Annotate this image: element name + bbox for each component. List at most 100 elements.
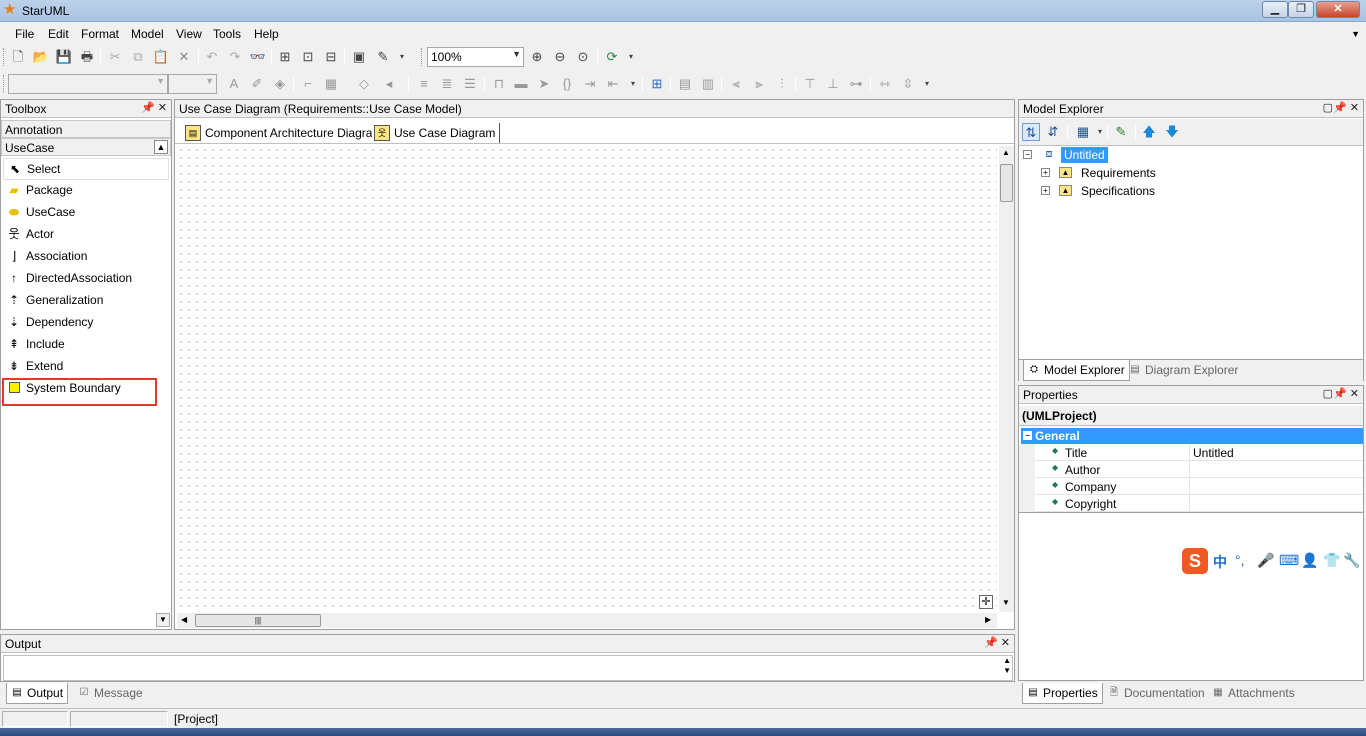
delete-icon[interactable]: ✕: [175, 48, 193, 66]
add-element-icon[interactable]: ▦: [1074, 123, 1092, 141]
scroll-right-icon[interactable]: ▶: [985, 615, 991, 624]
send-back-icon[interactable]: ▥: [699, 75, 717, 93]
toolbox-group-annotation[interactable]: Annotation: [1, 120, 171, 138]
tool-directed-association[interactable]: ↑ DirectedAssociation: [3, 268, 169, 290]
magic-wand-icon[interactable]: ✎: [374, 48, 392, 66]
property-row-company[interactable]: Company: [1035, 478, 1363, 495]
suppress-icon[interactable]: ◇: [355, 75, 373, 93]
indent-icon[interactable]: ⇥: [581, 75, 599, 93]
new-file-icon[interactable]: 🗋: [9, 48, 27, 66]
tab-model-explorer[interactable]: ⛭ Model Explorer: [1023, 360, 1130, 381]
save-icon[interactable]: 💾: [55, 48, 73, 66]
sort-descending-icon[interactable]: ⇵: [1044, 123, 1062, 141]
horizontal-scrollbar[interactable]: ◀ ||| ▶: [177, 613, 997, 628]
tab-output[interactable]: ▤ Output: [6, 683, 69, 704]
scroll-left-icon[interactable]: ◀: [181, 615, 187, 624]
property-value[interactable]: [1191, 461, 1363, 478]
property-value[interactable]: [1191, 495, 1363, 512]
menu-file[interactable]: File: [15, 27, 34, 41]
redo-icon[interactable]: ↷: [226, 48, 244, 66]
tool-dependency[interactable]: ⇣ Dependency: [3, 312, 169, 334]
pin-icon[interactable]: 📌: [141, 101, 155, 114]
tool-select[interactable]: ⬉ Select: [3, 158, 169, 180]
pin-icon[interactable]: 📌: [984, 636, 998, 649]
maximize-button[interactable]: ❐: [1288, 1, 1314, 18]
tool-usecase[interactable]: ⬬ UseCase: [3, 202, 169, 224]
tree-node-specifications[interactable]: + ▲ Specifications: [1041, 182, 1241, 200]
punctuation-icon[interactable]: °,: [1235, 552, 1245, 568]
dropdown-arrow-icon[interactable]: ▾: [624, 75, 642, 93]
cut-icon[interactable]: ✂: [106, 48, 124, 66]
tool-generalization[interactable]: ⇡ Generalization: [3, 290, 169, 312]
braces-icon[interactable]: {}: [558, 75, 576, 93]
tab-attachments[interactable]: ▦ Attachments: [1208, 683, 1299, 704]
move-up-icon[interactable]: 🡅: [1140, 123, 1158, 141]
pin-icon[interactable]: 📌: [1333, 387, 1347, 400]
font-icon[interactable]: A: [225, 75, 243, 93]
show-compartment-icon[interactable]: ◂: [380, 75, 398, 93]
show-signature-icon[interactable]: ☰: [461, 75, 479, 93]
line-style-icon[interactable]: ⌐: [299, 75, 317, 93]
space-horizontal-icon[interactable]: ⇿: [876, 75, 894, 93]
show-attributes-icon[interactable]: ≡: [415, 75, 433, 93]
toolbar-grip[interactable]: [3, 48, 6, 66]
tab-use-case-diagram[interactable]: 웃 Use Case Diagram: [372, 123, 501, 143]
keyboard-icon[interactable]: ⌨: [1279, 552, 1299, 569]
show-package-icon[interactable]: ⊓: [490, 75, 508, 93]
minimize-button[interactable]: ▁: [1262, 1, 1288, 18]
align-center-icon[interactable]: ⫶: [773, 75, 791, 93]
font-size-select[interactable]: ▼: [168, 74, 217, 94]
find-binoculars-icon[interactable]: 👓: [249, 48, 267, 66]
zoom-fit-icon[interactable]: ⊙: [574, 48, 592, 66]
scroll-down-icon[interactable]: ▼: [1002, 598, 1010, 607]
menu-model[interactable]: Model: [131, 27, 164, 41]
property-group-general[interactable]: − General: [1021, 428, 1363, 444]
output-text-area[interactable]: [3, 655, 1013, 681]
layout-icon[interactable]: ⊞: [648, 75, 666, 93]
microphone-icon[interactable]: 🎤: [1257, 552, 1274, 569]
align-right-icon[interactable]: ⫸: [750, 75, 768, 93]
menu-view[interactable]: View: [176, 27, 202, 41]
close-icon[interactable]: ✕: [1001, 636, 1010, 649]
wrench-icon[interactable]: 🔧: [1343, 552, 1360, 569]
close-icon[interactable]: ✕: [158, 101, 167, 114]
font-family-select[interactable]: ▼: [8, 74, 168, 94]
dropdown-arrow-icon[interactable]: ▾: [393, 48, 411, 66]
collapse-icon[interactable]: −: [1023, 150, 1032, 159]
stereotype-icon[interactable]: ▦: [322, 75, 340, 93]
restore-icon[interactable]: ▢: [1323, 101, 1333, 114]
tool-actor[interactable]: 웃 Actor: [3, 224, 169, 246]
open-folder-icon[interactable]: 📂: [32, 48, 50, 66]
expand-icon[interactable]: +: [1041, 186, 1050, 195]
align-middle-icon[interactable]: ⊶: [847, 75, 865, 93]
zoom-select[interactable]: 100% ▼: [427, 47, 524, 67]
scroll-down-icon[interactable]: ▼: [156, 613, 170, 627]
tab-properties[interactable]: ▤ Properties: [1022, 683, 1103, 704]
align-top-icon[interactable]: ⊤: [801, 75, 819, 93]
collapse-icon[interactable]: −: [1023, 431, 1032, 440]
chevron-up-icon[interactable]: ▲: [154, 140, 168, 154]
align-bottom-icon[interactable]: ⊥: [824, 75, 842, 93]
copy-icon[interactable]: ⧉: [129, 48, 147, 66]
print-icon[interactable]: 🖶: [78, 48, 96, 66]
diagram-canvas[interactable]: [177, 146, 997, 612]
arrow-right-icon[interactable]: ➤: [535, 75, 553, 93]
restore-icon[interactable]: ▢: [1323, 387, 1333, 400]
vertical-scrollbar[interactable]: ▲ ▼: [999, 146, 1014, 612]
close-icon[interactable]: ✕: [1350, 387, 1359, 400]
paste-icon[interactable]: 📋: [152, 48, 170, 66]
tool-extend[interactable]: ⇟ Extend: [3, 356, 169, 378]
pen-icon[interactable]: ✐: [248, 75, 266, 93]
close-button[interactable]: ✕: [1316, 1, 1360, 18]
outdent-icon[interactable]: ⇤: [604, 75, 622, 93]
fill-color-icon[interactable]: ◈: [271, 75, 289, 93]
diagram-edit-icon[interactable]: ⊡: [299, 48, 317, 66]
tab-component-architecture-diagram[interactable]: ▤ Component Architecture Diagram: [183, 123, 386, 143]
toolbox-group-usecase[interactable]: UseCase ▲: [1, 138, 171, 156]
menu-format[interactable]: Format: [81, 27, 119, 41]
toolbar-grip[interactable]: [3, 75, 6, 93]
tab-diagram-explorer[interactable]: ▤ Diagram Explorer: [1125, 360, 1242, 381]
property-value[interactable]: [1191, 478, 1363, 495]
navigator-icon[interactable]: ✛: [979, 595, 993, 609]
skin-shirt-icon[interactable]: 👕: [1323, 552, 1340, 569]
